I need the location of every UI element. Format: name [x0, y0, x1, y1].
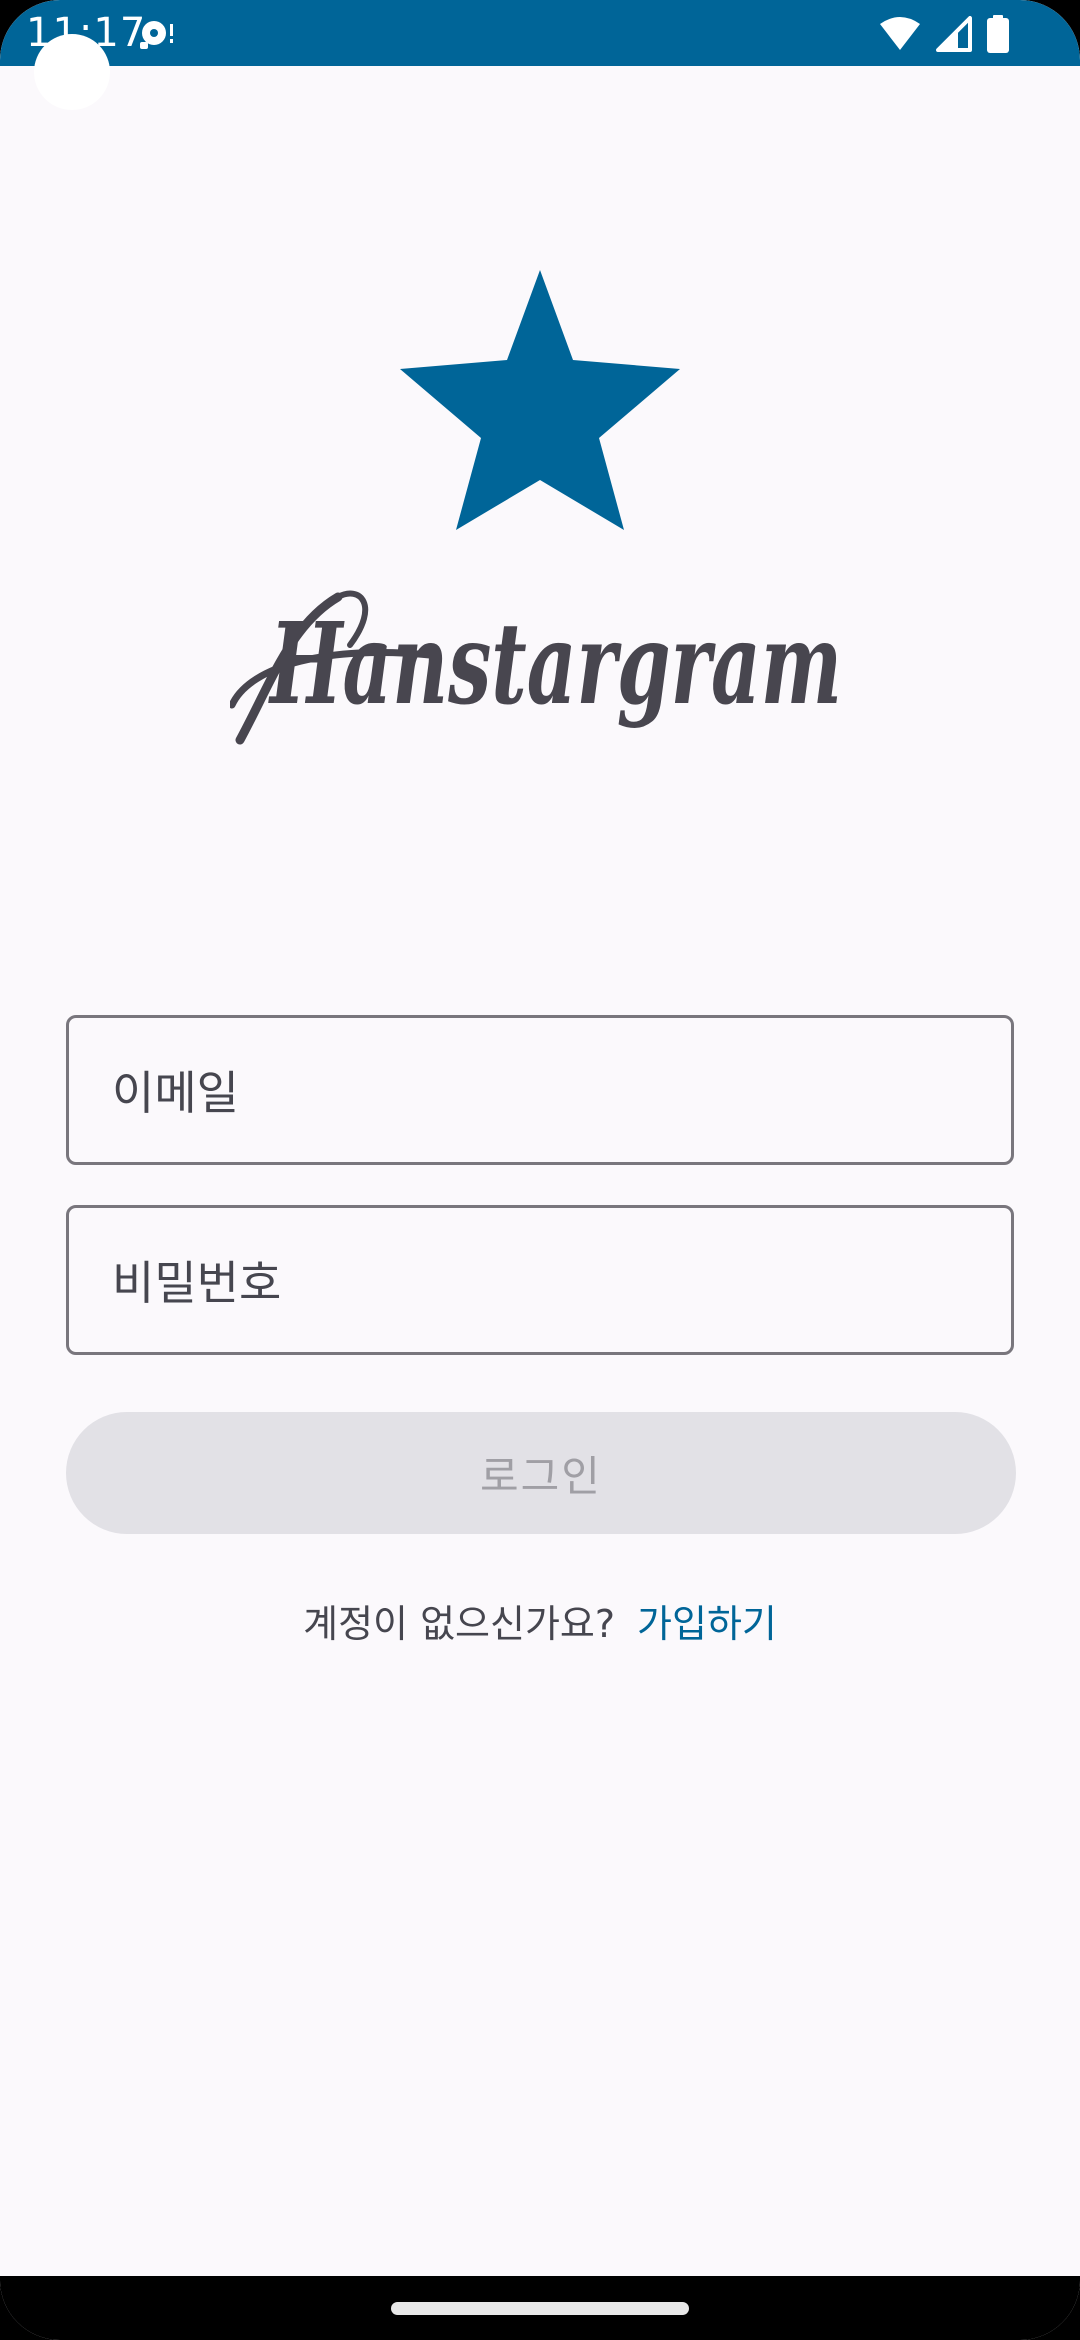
wifi-icon: [880, 17, 920, 50]
login-button-label: 로그인: [480, 1451, 602, 1501]
status-bar: 11:17: [0, 0, 1080, 66]
login-button[interactable]: 로그인: [66, 1412, 1016, 1534]
login-screen: 11:17 Hanstargram 이메일 비밀번호 로그인 계정이 없으신가요…: [0, 0, 1080, 2340]
media-icon: [140, 21, 173, 49]
navigation-bar: [0, 2276, 1080, 2340]
cellular-signal-icon: [936, 16, 972, 52]
email-field-label: 이메일: [112, 1066, 239, 1120]
app-name-text: Hanstargram: [268, 599, 842, 730]
home-gesture-handle[interactable]: [391, 2302, 689, 2315]
front-camera-cutout: [34, 34, 110, 110]
signup-row: 계정이 없으신가요? 가입하기: [0, 1590, 1080, 1650]
battery-icon: [987, 15, 1009, 53]
app-wordmark: Hanstargram: [230, 590, 842, 745]
star-icon: [400, 270, 680, 530]
signup-prompt: 계정이 없으신가요?: [303, 1601, 616, 1646]
status-icons: [878, 14, 1010, 54]
signup-link[interactable]: 가입하기: [637, 1593, 777, 1648]
email-field[interactable]: 이메일: [66, 1015, 1014, 1165]
password-field-label: 비밀번호: [112, 1256, 282, 1310]
password-field[interactable]: 비밀번호: [66, 1205, 1014, 1355]
